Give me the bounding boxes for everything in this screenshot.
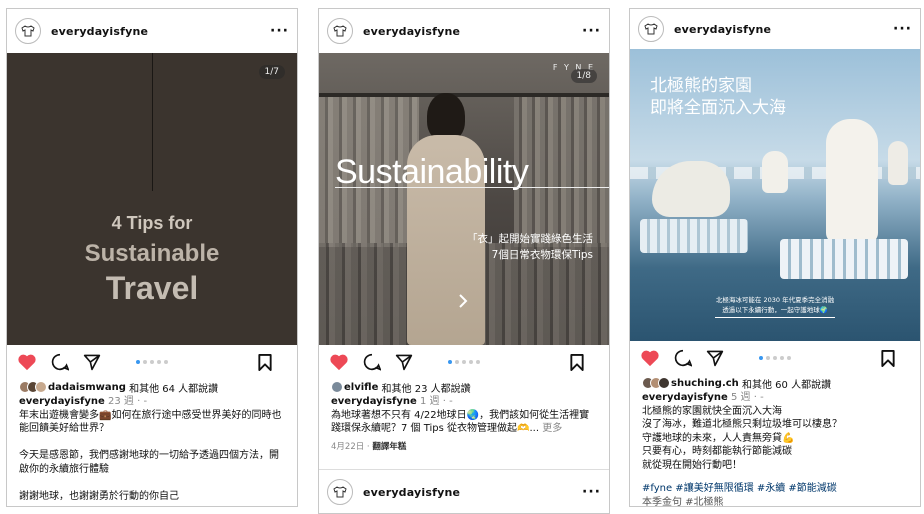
title-underline <box>335 187 609 188</box>
polar-bear <box>888 141 908 185</box>
image-caption-2: 透過以下永續行動，一起守護地球🌍 <box>722 306 828 314</box>
caption: everydayisfyne 23 週 · - 年末出遊機會變多💼如何在旅行途中… <box>7 395 297 503</box>
more-options-icon[interactable]: ··· <box>582 23 601 39</box>
post-actions <box>319 345 609 379</box>
post-header: everydayisfyne ··· <box>7 9 297 53</box>
post-username[interactable]: everydayisfyne <box>51 25 270 38</box>
likes-text: 和其他 23 人都說讚 <box>381 383 471 395</box>
caption-text: 年末出遊機會變多💼如何在旅行途中感受世界美好的同時也能回饋美好給世界？ 今天是感… <box>19 409 282 502</box>
liker-avatars <box>19 381 47 393</box>
post-username[interactable]: everydayisfyne <box>674 23 893 36</box>
likes-text: 和其他 64 人都說讚 <box>129 383 219 395</box>
woman-hair <box>427 93 465 141</box>
comment-icon[interactable] <box>51 353 69 371</box>
liker-username[interactable]: elvifle <box>344 382 378 393</box>
image-headline-3: Travel <box>105 270 199 306</box>
more-options-icon[interactable]: ··· <box>893 21 912 37</box>
post-date: 4月22日 <box>331 441 365 452</box>
caption: everydayisfyne 5 週 · - 北極熊的家園就快全面沉入大海 沒了… <box>630 391 920 507</box>
caption-time: 5 週 · - <box>731 392 764 403</box>
chevron-right-icon[interactable] <box>457 293 469 309</box>
post-header: everydayisfyne ··· <box>319 9 609 53</box>
polar-bear <box>826 119 878 243</box>
image-title-2: 即將全面沉入大海 <box>650 98 786 118</box>
share-icon[interactable] <box>706 349 724 367</box>
carousel-dots <box>136 360 168 364</box>
plastic-bottles <box>640 219 748 253</box>
post-meta: 4月22日 · 翻譯年糕 <box>331 441 407 452</box>
next-post: everydayisfyne ··· <box>319 469 609 513</box>
shirt-logo-icon <box>333 25 347 37</box>
post-image[interactable]: 1/7 4 Tips for Sustainable Travel <box>7 53 297 345</box>
hashtags[interactable]: #fyne #讓美好無限循環 #永續 #節能減碳 <box>642 482 908 496</box>
more-options-icon[interactable]: ··· <box>582 484 601 500</box>
share-icon[interactable] <box>83 353 101 371</box>
avatar[interactable] <box>15 18 41 44</box>
likes-row[interactable]: dadaismwang 和其他 64 人都說讚 <box>7 379 297 395</box>
caption-username[interactable]: everydayisfyne <box>642 392 728 403</box>
avatar[interactable] <box>638 16 664 42</box>
liker-avatars <box>642 377 670 389</box>
polar-bear <box>762 151 788 193</box>
shirt-logo-icon <box>644 23 658 35</box>
post-image[interactable]: F Y N E 1/8 Sustainability 「衣」起開始實踐綠色生活 … <box>319 53 609 345</box>
post-image[interactable]: 北極熊的家園 即將全面沉入大海 北極海冰可能在 2030 年代夏季完全消融 透過… <box>630 49 920 341</box>
more-options-icon[interactable]: ··· <box>270 23 289 39</box>
heart-icon[interactable] <box>329 353 349 371</box>
shirt-logo-icon <box>333 486 347 498</box>
shirt-logo-icon <box>21 25 35 37</box>
image-headline-2: Sustainable <box>84 240 220 267</box>
image-headline-1: 4 Tips for <box>111 213 193 233</box>
likes-text: 和其他 60 人都說讚 <box>741 379 832 391</box>
carousel-dots <box>759 356 791 360</box>
heart-icon[interactable] <box>17 353 37 371</box>
slide-counter: 1/8 <box>570 69 597 83</box>
share-icon[interactable] <box>395 353 413 371</box>
post-username[interactable]: everydayisfyne <box>363 25 582 38</box>
liker-username[interactable]: shuching.ch <box>671 378 739 389</box>
caption-text: 北極熊的家園就快全面沉入大海 沒了海冰，難道北極熊只剩垃圾堆可以棲息？ 守護地球… <box>642 405 842 471</box>
post-header: everydayisfyne ··· <box>319 470 609 513</box>
image-title-1: 北極熊的家園 <box>650 76 752 96</box>
post-actions <box>630 341 920 375</box>
post-card: everydayisfyne ··· F Y N E 1/8 Sustainab… <box>318 8 610 514</box>
avatar[interactable] <box>327 18 353 44</box>
liker-username[interactable]: dadaismwang <box>48 382 126 393</box>
caption-cutoff-text: 本季金句 #北極熊 <box>642 496 724 507</box>
bookmark-icon[interactable] <box>257 354 273 371</box>
heart-icon[interactable] <box>640 349 660 367</box>
image-subtitle-2: 7個日常衣物環保Tips <box>491 249 593 261</box>
likes-row[interactable]: shuching.ch 和其他 60 人都說讚 <box>630 375 920 391</box>
likes-row[interactable]: elvifle 和其他 23 人都說讚 <box>319 379 609 395</box>
post-card: everydayisfyne ··· 北極熊的家園 即將全面沉入大海 北極海冰可… <box>629 8 921 507</box>
caption: everydayisfyne 1 週 · - 為地球著想不只有 4/22地球日🌏… <box>319 395 609 436</box>
translate-link[interactable]: 翻譯年糕 <box>372 442 406 452</box>
bookmark-icon[interactable] <box>569 354 585 371</box>
bookmark-icon[interactable] <box>880 350 896 367</box>
caption-username[interactable]: everydayisfyne <box>19 396 105 407</box>
caption-time: 23 週 · - <box>108 396 148 407</box>
carousel-dots <box>448 360 480 364</box>
caption-username[interactable]: everydayisfyne <box>331 396 417 407</box>
post-username[interactable]: everydayisfyne <box>363 486 582 499</box>
more-link[interactable]: 更多 <box>542 423 562 434</box>
plastic-bottles <box>780 239 908 279</box>
divider-line <box>152 53 153 191</box>
slide-counter: 1/7 <box>258 65 285 79</box>
image-subtitle-1: 「衣」起開始實踐綠色生活 <box>467 233 593 245</box>
avatar[interactable] <box>327 479 353 505</box>
comment-icon[interactable] <box>674 349 692 367</box>
caption-underline <box>715 317 835 318</box>
caption-time: 1 週 · - <box>420 396 453 407</box>
post-card: everydayisfyne ··· 1/7 4 Tips for Sustai… <box>6 8 298 507</box>
liker-avatars <box>331 381 343 393</box>
comment-icon[interactable] <box>363 353 381 371</box>
post-header: everydayisfyne ··· <box>630 9 920 49</box>
post-actions <box>7 345 297 379</box>
image-caption-1: 北極海冰可能在 2030 年代夏季完全消融 <box>715 296 835 304</box>
